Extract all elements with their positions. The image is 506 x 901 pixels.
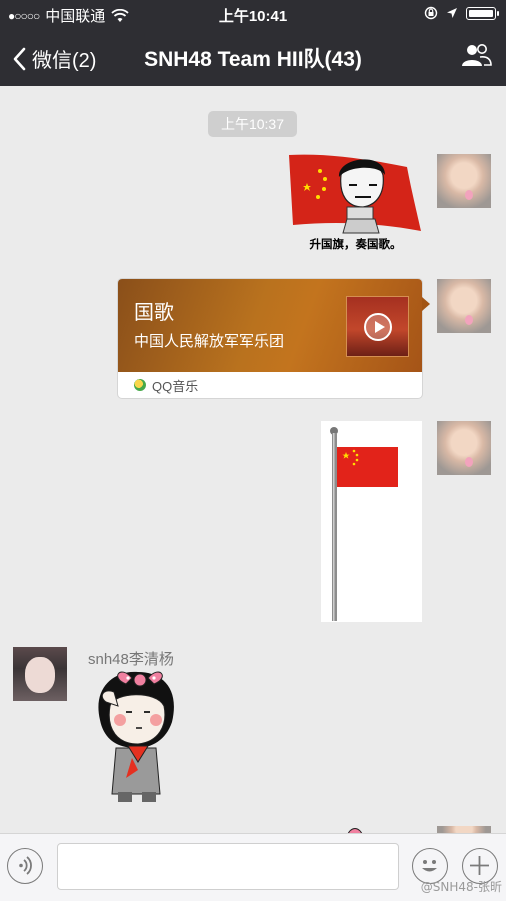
- bubble-tail: [422, 297, 430, 311]
- song-title: 国歌: [134, 302, 174, 324]
- voice-button[interactable]: [7, 848, 43, 884]
- avatar[interactable]: [437, 154, 491, 208]
- flag-pole-image[interactable]: [321, 421, 422, 622]
- music-share-card[interactable]: 国歌 中国人民解放军军乐团 QQ音乐: [118, 279, 422, 398]
- avatar[interactable]: [437, 421, 491, 475]
- qq-music-icon: [134, 379, 146, 391]
- voice-icon: [19, 856, 32, 875]
- watermark: @SNH48-张昕: [420, 880, 502, 894]
- avatar-partial: [437, 826, 491, 833]
- status-bar: ●○○○○ 中国联通 上午10:41: [0, 0, 506, 28]
- group-members-icon: [462, 44, 492, 66]
- sticker-salute-image: [98, 671, 174, 802]
- music-source: QQ音乐: [152, 378, 199, 394]
- play-icon[interactable]: [364, 313, 392, 341]
- message-input[interactable]: [57, 843, 399, 890]
- song-artist: 中国人民解放军军乐团: [134, 333, 285, 350]
- flag-pole-graphic: [330, 427, 398, 621]
- album-thumbnail: [346, 296, 409, 357]
- sticker-caption: 升国旗，奏国歌。: [309, 239, 402, 251]
- battery-icon: [466, 6, 499, 20]
- location-arrow-icon: [447, 8, 457, 18]
- avatar[interactable]: [437, 279, 491, 333]
- sticker-salute[interactable]: [92, 666, 180, 806]
- chat-header: 微信(2) SNH48 Team HII队(43): [0, 28, 506, 86]
- avatar-sender[interactable]: [13, 647, 67, 701]
- rotation-lock-icon: [424, 6, 438, 20]
- group-members-button[interactable]: [460, 42, 492, 73]
- chat-title: SNH48 Team HII队(43): [144, 48, 362, 71]
- sticker-partial: [345, 823, 365, 837]
- message-timestamp: 上午10:37: [208, 111, 297, 137]
